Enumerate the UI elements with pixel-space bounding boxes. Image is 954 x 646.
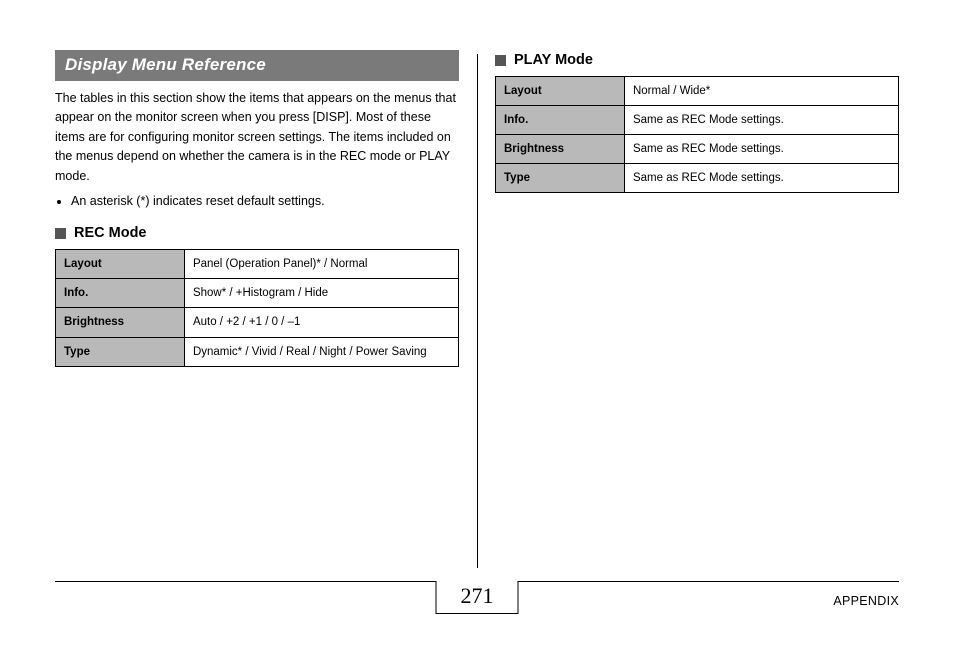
right-column: PLAY Mode Layout Normal / Wide* Info. Sa… (477, 50, 899, 560)
cell-key: Type (496, 164, 625, 193)
play-mode-heading: PLAY Mode (495, 52, 899, 68)
table-row: Type Same as REC Mode settings. (496, 164, 899, 193)
cell-val: Dynamic* / Vivid / Real / Night / Power … (184, 337, 458, 366)
cell-key: Type (56, 337, 185, 366)
cell-val: Same as REC Mode settings. (624, 164, 898, 193)
cell-key: Info. (496, 106, 625, 135)
rec-mode-heading-text: REC Mode (74, 225, 147, 241)
page-footer: 271 APPENDIX (55, 581, 899, 616)
play-mode-heading-text: PLAY Mode (514, 52, 593, 68)
cell-val: Same as REC Mode settings. (624, 106, 898, 135)
table-row: Brightness Same as REC Mode settings. (496, 135, 899, 164)
square-bullet-icon (55, 228, 66, 239)
cell-val: Normal / Wide* (624, 77, 898, 106)
cell-key: Brightness (56, 308, 185, 337)
footer-section-label: APPENDIX (833, 594, 899, 608)
table-row: Layout Panel (Operation Panel)* / Normal (56, 250, 459, 279)
section-banner: Display Menu Reference (55, 50, 459, 81)
table-row: Info. Same as REC Mode settings. (496, 106, 899, 135)
cell-key: Brightness (496, 135, 625, 164)
square-bullet-icon (495, 55, 506, 66)
footer-row: 271 APPENDIX (55, 586, 899, 616)
intro-note-list: An asterisk (*) indicates reset default … (55, 192, 459, 211)
table-row: Type Dynamic* / Vivid / Real / Night / P… (56, 337, 459, 366)
column-divider (477, 54, 478, 568)
intro-paragraph: The tables in this section show the item… (55, 89, 459, 186)
table-row: Layout Normal / Wide* (496, 77, 899, 106)
left-column: Display Menu Reference The tables in thi… (55, 50, 477, 560)
table-row: Info. Show* / +Histogram / Hide (56, 279, 459, 308)
cell-val: Auto / +2 / +1 / 0 / –1 (184, 308, 458, 337)
page-number: 271 (436, 581, 519, 614)
cell-val: Show* / +Histogram / Hide (184, 279, 458, 308)
rec-mode-heading: REC Mode (55, 225, 459, 241)
table-row: Brightness Auto / +2 / +1 / 0 / –1 (56, 308, 459, 337)
cell-key: Layout (496, 77, 625, 106)
two-column-layout: Display Menu Reference The tables in thi… (55, 50, 899, 560)
cell-key: Layout (56, 250, 185, 279)
intro-note-bullet: An asterisk (*) indicates reset default … (71, 192, 459, 211)
cell-key: Info. (56, 279, 185, 308)
page-container: Display Menu Reference The tables in thi… (55, 50, 899, 616)
play-mode-table: Layout Normal / Wide* Info. Same as REC … (495, 76, 899, 193)
cell-val: Same as REC Mode settings. (624, 135, 898, 164)
rec-mode-table: Layout Panel (Operation Panel)* / Normal… (55, 249, 459, 366)
cell-val: Panel (Operation Panel)* / Normal (184, 250, 458, 279)
